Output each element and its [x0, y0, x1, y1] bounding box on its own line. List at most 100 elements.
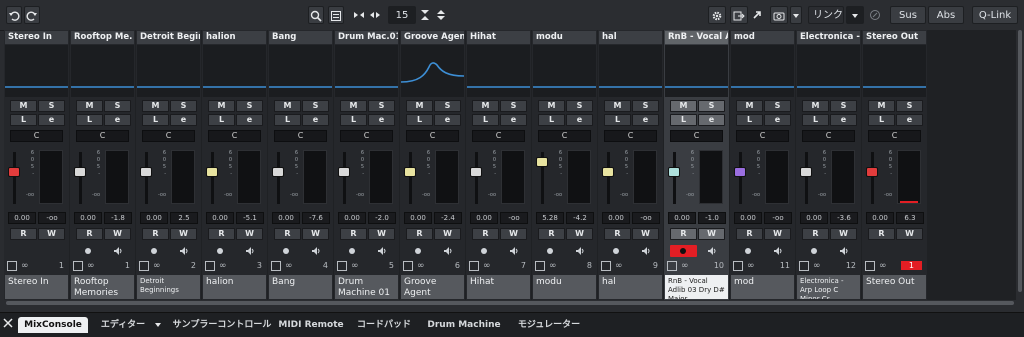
- record-enable-button[interactable]: [547, 248, 553, 254]
- mute-button[interactable]: M: [604, 100, 631, 112]
- eq-curve-display[interactable]: [665, 45, 728, 97]
- monitor-button[interactable]: [245, 246, 255, 256]
- mute-button[interactable]: M: [406, 100, 433, 112]
- volume-value[interactable]: 0.00: [866, 212, 894, 224]
- listen-button[interactable]: L: [76, 114, 103, 126]
- eq-curve-display[interactable]: [533, 45, 596, 97]
- fader-handle[interactable]: [74, 167, 86, 178]
- edit-channel-button[interactable]: e: [566, 114, 593, 126]
- channel-header[interactable]: Bang: [269, 31, 332, 44]
- write-button[interactable]: W: [302, 228, 329, 240]
- listen-button[interactable]: L: [670, 114, 697, 126]
- link-dropdown[interactable]: [846, 6, 864, 24]
- peak-value[interactable]: -1.0: [698, 212, 726, 224]
- channel-strip[interactable]: Bang M S Le C 6 0 5- -oo 0.00 -7.6 R W ∞ 4 Bang: [268, 30, 333, 300]
- fader-handle[interactable]: [602, 167, 614, 178]
- record-enable-button[interactable]: [283, 248, 289, 254]
- monitor-button[interactable]: [179, 246, 189, 256]
- monitor-button[interactable]: [575, 246, 585, 256]
- edit-channel-button[interactable]: e: [896, 114, 923, 126]
- write-button[interactable]: W: [368, 228, 395, 240]
- peak-value[interactable]: 2.5: [170, 212, 198, 224]
- listen-button[interactable]: L: [472, 114, 499, 126]
- snapshot-button[interactable]: [770, 6, 788, 24]
- read-button[interactable]: R: [274, 228, 301, 240]
- edit-channel-button[interactable]: e: [434, 114, 461, 126]
- read-button[interactable]: R: [10, 228, 37, 240]
- pan-control[interactable]: C: [604, 130, 657, 142]
- pan-control[interactable]: C: [208, 130, 261, 142]
- tab-chord-pads[interactable]: コードパッド: [356, 317, 412, 333]
- channel-name-field[interactable]: Detroit Beginnings: [137, 275, 200, 299]
- listen-button[interactable]: L: [538, 114, 565, 126]
- fader-handle[interactable]: [734, 167, 746, 178]
- solo-button[interactable]: S: [170, 100, 197, 112]
- expand-height-button[interactable]: [434, 6, 448, 24]
- monitor-button[interactable]: [707, 246, 717, 256]
- channel-strip[interactable]: mod M S Le C 6 0 5- -oo 0.00 -oo R W ∞ 11 mod: [730, 30, 795, 300]
- channel-name-field[interactable]: Drum Machine 01: [335, 275, 398, 299]
- write-button[interactable]: W: [170, 228, 197, 240]
- monitor-button[interactable]: [311, 246, 321, 256]
- volume-value[interactable]: 0.00: [140, 212, 168, 224]
- fader-track[interactable]: [79, 152, 82, 204]
- mute-button[interactable]: M: [142, 100, 169, 112]
- write-button[interactable]: W: [764, 228, 791, 240]
- pan-control[interactable]: C: [472, 130, 525, 142]
- read-button[interactable]: R: [604, 228, 631, 240]
- listen-button[interactable]: L: [208, 114, 235, 126]
- mute-button[interactable]: M: [538, 100, 565, 112]
- fader-handle[interactable]: [338, 167, 350, 178]
- channel-header[interactable]: mod: [731, 31, 794, 44]
- fader-track[interactable]: [277, 152, 280, 204]
- record-enable-button[interactable]: [151, 248, 157, 254]
- channel-strip[interactable]: Groove Agent M S Le C 6 0 5- -oo 0.00 -2.4 R W ∞ 6 Groo…: [400, 30, 465, 300]
- tab-drum-machine[interactable]: Drum Machine: [424, 317, 504, 333]
- peak-value[interactable]: -3.6: [830, 212, 858, 224]
- fader-track[interactable]: [211, 152, 214, 204]
- channel-name-field[interactable]: RnB - Vocal Adlib 03 Dry D# Major: [665, 275, 728, 299]
- record-enable-button[interactable]: [217, 248, 223, 254]
- mute-button[interactable]: M: [472, 100, 499, 112]
- channel-header[interactable]: halion: [203, 31, 266, 44]
- channel-header[interactable]: Detroit Begin.: [137, 31, 200, 44]
- pan-control[interactable]: C: [76, 130, 129, 142]
- monitor-button[interactable]: [509, 246, 519, 256]
- eq-curve-display[interactable]: [863, 45, 926, 97]
- fader-handle[interactable]: [8, 167, 20, 178]
- listen-button[interactable]: L: [340, 114, 367, 126]
- fader-track[interactable]: [607, 152, 610, 204]
- edit-channel-button[interactable]: e: [236, 114, 263, 126]
- solo-button[interactable]: S: [632, 100, 659, 112]
- read-button[interactable]: R: [538, 228, 565, 240]
- channel-header[interactable]: Hihat: [467, 31, 530, 44]
- mute-button[interactable]: M: [868, 100, 895, 112]
- channel-header[interactable]: modu: [533, 31, 596, 44]
- read-button[interactable]: R: [670, 228, 697, 240]
- peak-value[interactable]: -oo: [764, 212, 792, 224]
- solo-button[interactable]: S: [896, 100, 923, 112]
- pan-control[interactable]: C: [340, 130, 393, 142]
- channel-header[interactable]: Stereo In: [5, 31, 68, 44]
- fader-handle[interactable]: [470, 167, 482, 178]
- channel-strip[interactable]: Electronica - . M S Le C 6 0 5- -oo 0.00 -3.6 R W ∞ 12…: [796, 30, 861, 300]
- mute-button[interactable]: M: [10, 100, 37, 112]
- channel-strip[interactable]: RnB - Vocal A.MSLeC605--oo0.00-1.0RW∞10R…: [664, 30, 729, 300]
- eq-curve-display[interactable]: [137, 45, 200, 97]
- sus-button[interactable]: Sus: [890, 6, 926, 24]
- peak-value[interactable]: -oo: [632, 212, 660, 224]
- eq-curve-display[interactable]: [5, 45, 68, 97]
- shrink-width-button[interactable]: [352, 6, 366, 24]
- volume-value[interactable]: 0.00: [338, 212, 366, 224]
- fader-track[interactable]: [409, 152, 412, 204]
- channel-strip[interactable]: Detroit Begin.MSLeC605--oo0.002.5RW∞2Det…: [136, 30, 201, 300]
- channel-name-field[interactable]: Bang: [269, 275, 332, 299]
- volume-value[interactable]: 0.00: [8, 212, 36, 224]
- channel-header[interactable]: RnB - Vocal A.: [665, 31, 728, 44]
- record-enable-button[interactable]: [415, 248, 421, 254]
- solo-button[interactable]: S: [38, 100, 65, 112]
- write-button[interactable]: W: [500, 228, 527, 240]
- read-button[interactable]: R: [736, 228, 763, 240]
- tab-editor[interactable]: エディター: [98, 317, 148, 333]
- fader-handle[interactable]: [206, 167, 218, 178]
